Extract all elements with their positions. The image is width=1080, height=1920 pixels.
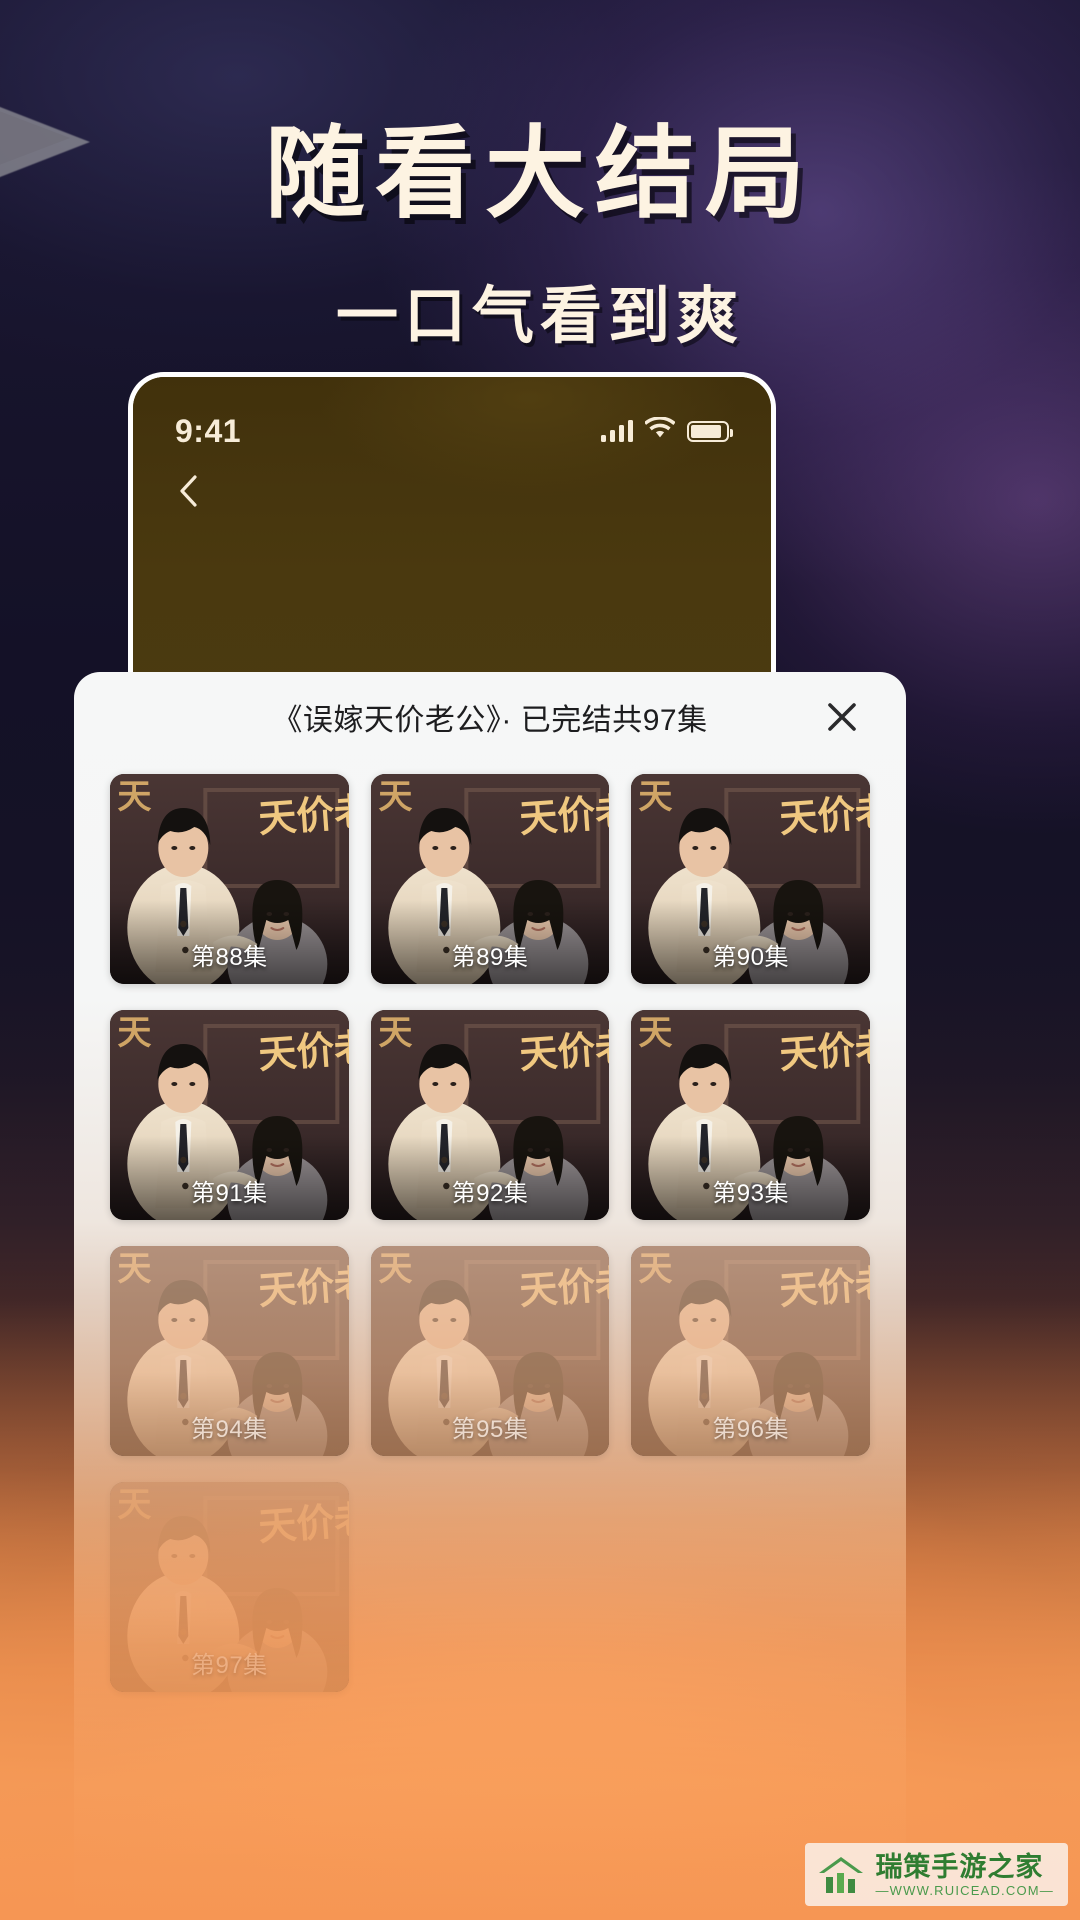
episode-card[interactable]: 天价老公天第96集 (631, 1246, 870, 1456)
episode-card[interactable]: 天价老公天第90集 (631, 774, 870, 984)
watermark-url: —WWW.RUICEAD.COM— (875, 1883, 1054, 1898)
episode-grid: 天价老公天第88集天价老公天第89集天价老公天第90集天价老公天第91集天价老公… (74, 762, 906, 1692)
status-bar-time: 9:41 (175, 412, 242, 449)
status-bar-indicators (601, 416, 733, 445)
sheet-title: 《误嫁天价老公》· 已完结共97集 (272, 704, 708, 737)
page-title: 随看大结局 (265, 118, 815, 230)
battery-icon (687, 420, 733, 442)
episode-card[interactable]: 天价老公天第88集 (110, 774, 349, 984)
signal-bars-icon (601, 420, 633, 442)
house-logo-icon (819, 1857, 864, 1894)
close-button[interactable] (822, 697, 862, 737)
episode-card[interactable]: 天价老公天第92集 (370, 1010, 610, 1220)
watermark-name: 瑞策手游之家 (875, 1851, 1044, 1882)
episode-label: 第95集 (451, 1416, 529, 1443)
episode-label: 第90集 (712, 944, 790, 971)
promo-screenshot: 随看大结局 一口气看到爽 9:41 《误嫁天价老公》· 已完结共97集 第88集… (0, 0, 1080, 1920)
watermark: 瑞策手游之家 —WWW.RUICEAD.COM— (805, 1842, 1068, 1906)
episode-label: 第88集 (190, 944, 268, 971)
episode-label: 第97集 (190, 1652, 268, 1679)
episode-label: 第91集 (190, 1180, 268, 1207)
episode-label: 第93集 (712, 1180, 790, 1207)
episode-label: 第94集 (190, 1416, 268, 1443)
episode-label: 第89集 (451, 944, 529, 971)
episode-card[interactable]: 天价老公天第94集 (110, 1246, 349, 1456)
watermark-text: 瑞策手游之家 —WWW.RUICEAD.COM— (875, 1851, 1054, 1898)
episode-card[interactable]: 天价老公天第95集 (370, 1246, 610, 1456)
episode-card[interactable]: 天价老公天第93集 (631, 1010, 870, 1220)
page-subtitle: 一口气看到爽 (335, 282, 744, 351)
back-button[interactable] (169, 469, 209, 513)
episode-list-sheet: 《误嫁天价老公》· 已完结共97集 天价老公天第88集天价老公天第89集天价老公… (74, 672, 906, 1920)
episode-card[interactable]: 天价老公天第89集 (370, 774, 610, 984)
episode-label: 第92集 (451, 1180, 529, 1207)
wifi-icon (644, 416, 676, 445)
episode-label: 第96集 (712, 1416, 790, 1443)
sheet-header: 《误嫁天价老公》· 已完结共97集 (74, 672, 906, 762)
status-bar: 9:41 (133, 409, 771, 453)
episode-card[interactable]: 天价老公天第97集 (110, 1482, 349, 1692)
episode-card[interactable]: 天价老公天第91集 (110, 1010, 349, 1220)
